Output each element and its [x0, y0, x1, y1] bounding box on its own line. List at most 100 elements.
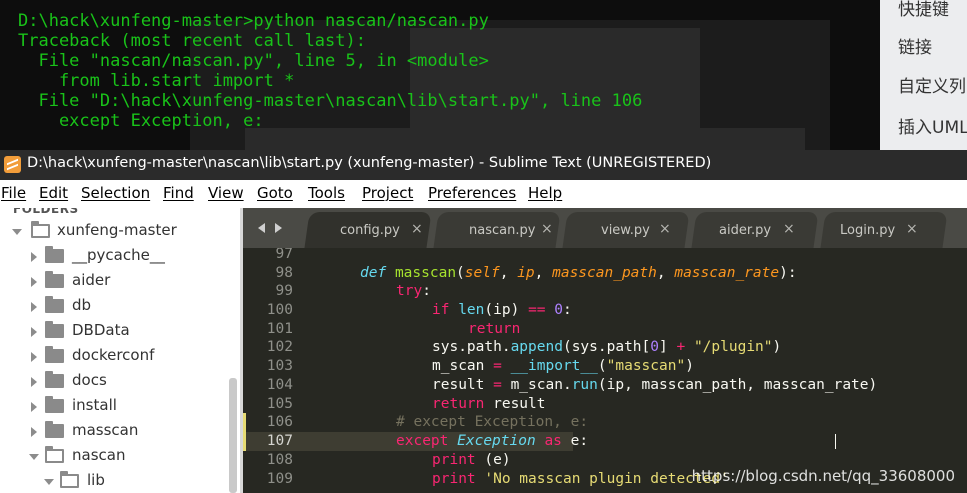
tab-aider[interactable]: aider.py [719, 223, 771, 238]
tab-view[interactable]: view.py [601, 223, 650, 238]
token-punct: , [656, 265, 675, 281]
chevron-right-icon[interactable] [31, 302, 37, 312]
line-number: 105 [266, 396, 293, 412]
code-line-99: try: [396, 282, 431, 301]
token-class: Exception [457, 433, 536, 449]
token-param: masscan_rate [674, 265, 780, 281]
menu-find[interactable]: Find [163, 184, 194, 202]
tab-login[interactable]: Login.py [840, 223, 895, 238]
menu-tools[interactable]: Tools [308, 184, 345, 202]
line-number: 100 [266, 302, 293, 318]
code-line-98: def masscan(self, ip, masscan_path, mass… [360, 264, 797, 283]
folder-icon [45, 371, 64, 388]
token-text: (ip, masscan_path, masscan_rate) [597, 377, 878, 393]
tree-item-label: aider [72, 271, 111, 289]
tab-scroll-left-icon[interactable] [258, 223, 265, 233]
sublime-text-icon [4, 156, 21, 173]
menu-help[interactable]: Help [528, 184, 562, 202]
tab-close-icon[interactable]: × [906, 221, 918, 237]
chevron-down-icon[interactable] [29, 454, 39, 460]
terminal-line: File "D:\hack\xunfeng-master\nascan\lib\… [18, 91, 643, 111]
folder-open-icon [31, 221, 50, 238]
token-keyword: print [432, 452, 476, 468]
chevron-right-icon[interactable] [31, 252, 37, 262]
token-text: result [484, 396, 546, 412]
sidebar-scrollbar[interactable] [229, 378, 237, 493]
tree-item-install[interactable]: install [0, 395, 230, 417]
tree-item-label: __pycache__ [72, 246, 165, 264]
tree-item-lib[interactable]: lib [0, 470, 230, 492]
line-number: 104 [266, 377, 293, 393]
token-operator: = [493, 358, 502, 374]
side-panel-item: 自定义列 [898, 77, 966, 97]
chevron-down-icon[interactable] [44, 479, 54, 485]
tree-item-pycache[interactable]: __pycache__ [0, 245, 230, 267]
code-line-107: except Exception as e: [396, 432, 588, 451]
side-panel-item: 快捷键 [898, 0, 949, 20]
token-keyword: print [432, 471, 476, 487]
menu-view[interactable]: View [208, 184, 244, 202]
token-keyword: if [432, 302, 450, 318]
tree-item-xunfeng-master[interactable]: xunfeng-master [0, 220, 230, 242]
watermark: https://blog.csdn.net/qq_33608000 [691, 467, 955, 485]
chevron-right-icon[interactable] [31, 327, 37, 337]
chevron-right-icon[interactable] [31, 277, 37, 287]
line-number: 109 [266, 471, 293, 487]
token-punct: ( [456, 265, 465, 281]
chevron-right-icon[interactable] [31, 427, 37, 437]
token-punct: ) [772, 339, 782, 355]
token-comment: # except Exception, e: [396, 414, 589, 430]
terminal-line: except Exception, e: [18, 111, 264, 131]
chevron-down-icon[interactable] [12, 229, 22, 235]
menu-preferences[interactable]: Preferences [428, 184, 516, 202]
tab-scroll-right-icon[interactable] [275, 223, 282, 233]
chevron-right-icon[interactable] [31, 402, 37, 412]
tab-close-icon[interactable]: × [783, 221, 795, 237]
tree-item-label: masscan [72, 421, 139, 439]
menu-goto[interactable]: Goto [257, 184, 293, 202]
token-keyword: return [432, 396, 485, 412]
line-number: 103 [266, 358, 293, 374]
tree-item-db[interactable]: db [0, 295, 230, 317]
token-param: masscan_path [552, 265, 657, 281]
chevron-right-icon[interactable] [31, 352, 37, 362]
tree-item-docs[interactable]: docs [0, 370, 230, 392]
token-keyword: return [468, 321, 521, 337]
tab-close-icon[interactable]: × [541, 221, 553, 237]
token-keyword: def [360, 265, 387, 281]
line-number: 99 [275, 283, 293, 299]
tree-item-label: db [72, 296, 92, 314]
menu-file[interactable]: File [1, 184, 26, 202]
folder-icon [45, 346, 64, 363]
menu-selection[interactable]: Selection [81, 184, 150, 202]
tree-item-dbdata[interactable]: DBData [0, 320, 230, 342]
chevron-right-icon[interactable] [31, 377, 37, 387]
token-text: m_scan. [501, 377, 572, 393]
token-punct: : [563, 302, 572, 318]
tab-nascan[interactable]: nascan.py [469, 223, 535, 238]
tab-close-icon[interactable]: × [659, 221, 671, 237]
token-builtin: len [458, 302, 485, 318]
token-builtin: __import__ [510, 358, 598, 374]
code-editor[interactable]: 97 98 99 100 101 102 103 104 105 106 107… [243, 248, 967, 493]
tree-item-masscan[interactable]: masscan [0, 420, 230, 442]
menu-project[interactable]: Project [362, 184, 413, 202]
token-text: (ip) [484, 302, 529, 318]
tree-item-label: DBData [72, 321, 130, 339]
tree-item-dockerconf[interactable]: dockerconf [0, 345, 230, 367]
token-punct: ( [597, 358, 607, 374]
tab-close-icon[interactable]: × [411, 221, 423, 237]
folders-header: FOLDERS [13, 208, 79, 216]
tree-item-label: install [72, 396, 117, 414]
token-punct: ): [779, 265, 797, 281]
side-panel-item: 插入UML [898, 118, 967, 138]
tree-item-nascan[interactable]: nascan [0, 445, 230, 467]
menu-edit[interactable]: Edit [39, 184, 68, 202]
token-punct: , [534, 265, 553, 281]
token-text: (e) [475, 452, 511, 468]
tree-item-aider[interactable]: aider [0, 270, 230, 292]
background-window-ghost-inner [410, 28, 700, 133]
folder-icon [45, 396, 64, 413]
tab-config[interactable]: config.py [340, 223, 400, 238]
window-title-bar[interactable]: D:\hack\xunfeng-master\nascan\lib\start.… [0, 150, 967, 180]
